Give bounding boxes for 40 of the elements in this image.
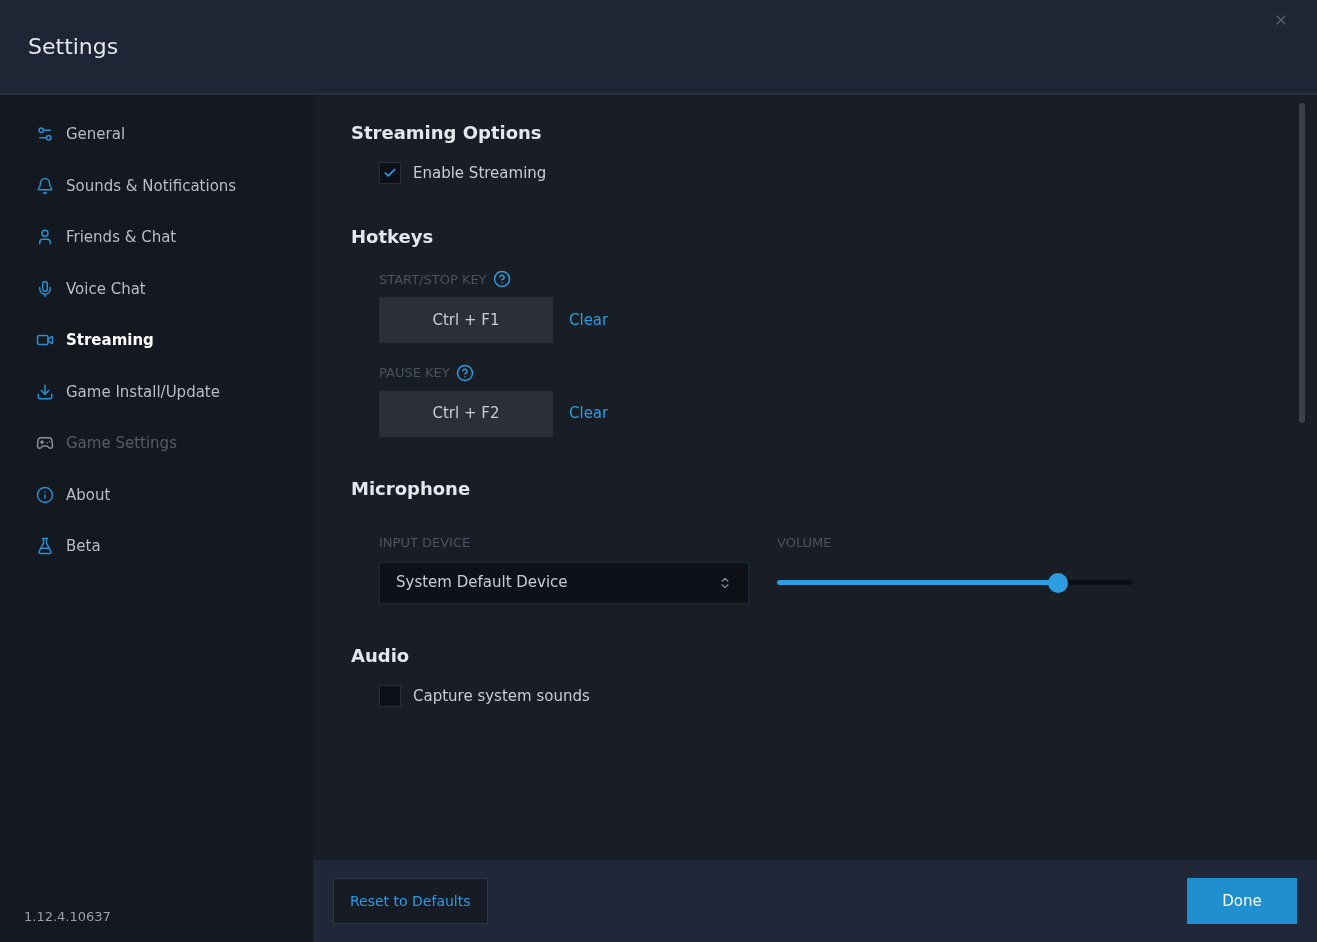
help-icon[interactable]: [492, 270, 511, 289]
clear-link[interactable]: Clear: [569, 402, 609, 425]
sidebar-item[interactable]: General: [36, 123, 277, 146]
section-heading: Streaming Options: [351, 121, 543, 145]
window-title: Settings: [28, 33, 119, 61]
checkbox[interactable]: [379, 684, 401, 707]
field-label: PAUSE KEY: [379, 364, 450, 382]
sidebar-item[interactable]: Game Install/Update: [36, 380, 277, 403]
section-heading: Microphone: [351, 476, 472, 501]
microphone-icon: [36, 279, 54, 298]
done-button[interactable]: Done: [1187, 878, 1297, 924]
person-icon: [36, 228, 54, 247]
sidebar-item[interactable]: Voice Chat: [36, 277, 277, 300]
sidebar-item[interactable]: Sounds & Notifications: [36, 174, 277, 197]
checkbox-label: Capture system sounds: [413, 685, 590, 707]
reset-button[interactable]: Reset to Defaults: [333, 878, 488, 924]
field-label: INPUT DEVICE: [379, 534, 471, 550]
section-heading: Hotkeys: [351, 224, 435, 249]
field-label: VOLUME: [777, 534, 832, 550]
sidebar-item[interactable]: About: [36, 483, 277, 506]
clear-link[interactable]: Clear: [569, 308, 609, 332]
hotkey-field[interactable]: Ctrl + F1: [379, 297, 553, 343]
flask-icon: [36, 537, 54, 556]
sidebar-item[interactable]: Beta: [36, 535, 277, 558]
field-label: START/STOP KEY: [379, 270, 487, 289]
version-text: 1.12.4.10637: [24, 907, 112, 926]
download-icon: [36, 382, 54, 401]
help-icon[interactable]: [455, 363, 474, 382]
checkbox-label: Enable Streaming: [413, 163, 547, 184]
slider-thumb[interactable]: [1048, 573, 1069, 593]
info-icon: [36, 485, 54, 504]
device-select[interactable]: System Default Device: [379, 561, 749, 604]
checkbox[interactable]: [379, 162, 401, 185]
sidebar-item[interactable]: Streaming: [36, 329, 277, 352]
sliders-icon: [36, 125, 54, 144]
scrollbar-thumb[interactable]: [1299, 103, 1305, 423]
section-heading: Audio: [351, 643, 411, 668]
sidebar-item[interactable]: Friends & Chat: [36, 226, 277, 249]
hotkey-field[interactable]: Ctrl + F2: [379, 390, 553, 437]
bell-icon: [36, 176, 54, 195]
